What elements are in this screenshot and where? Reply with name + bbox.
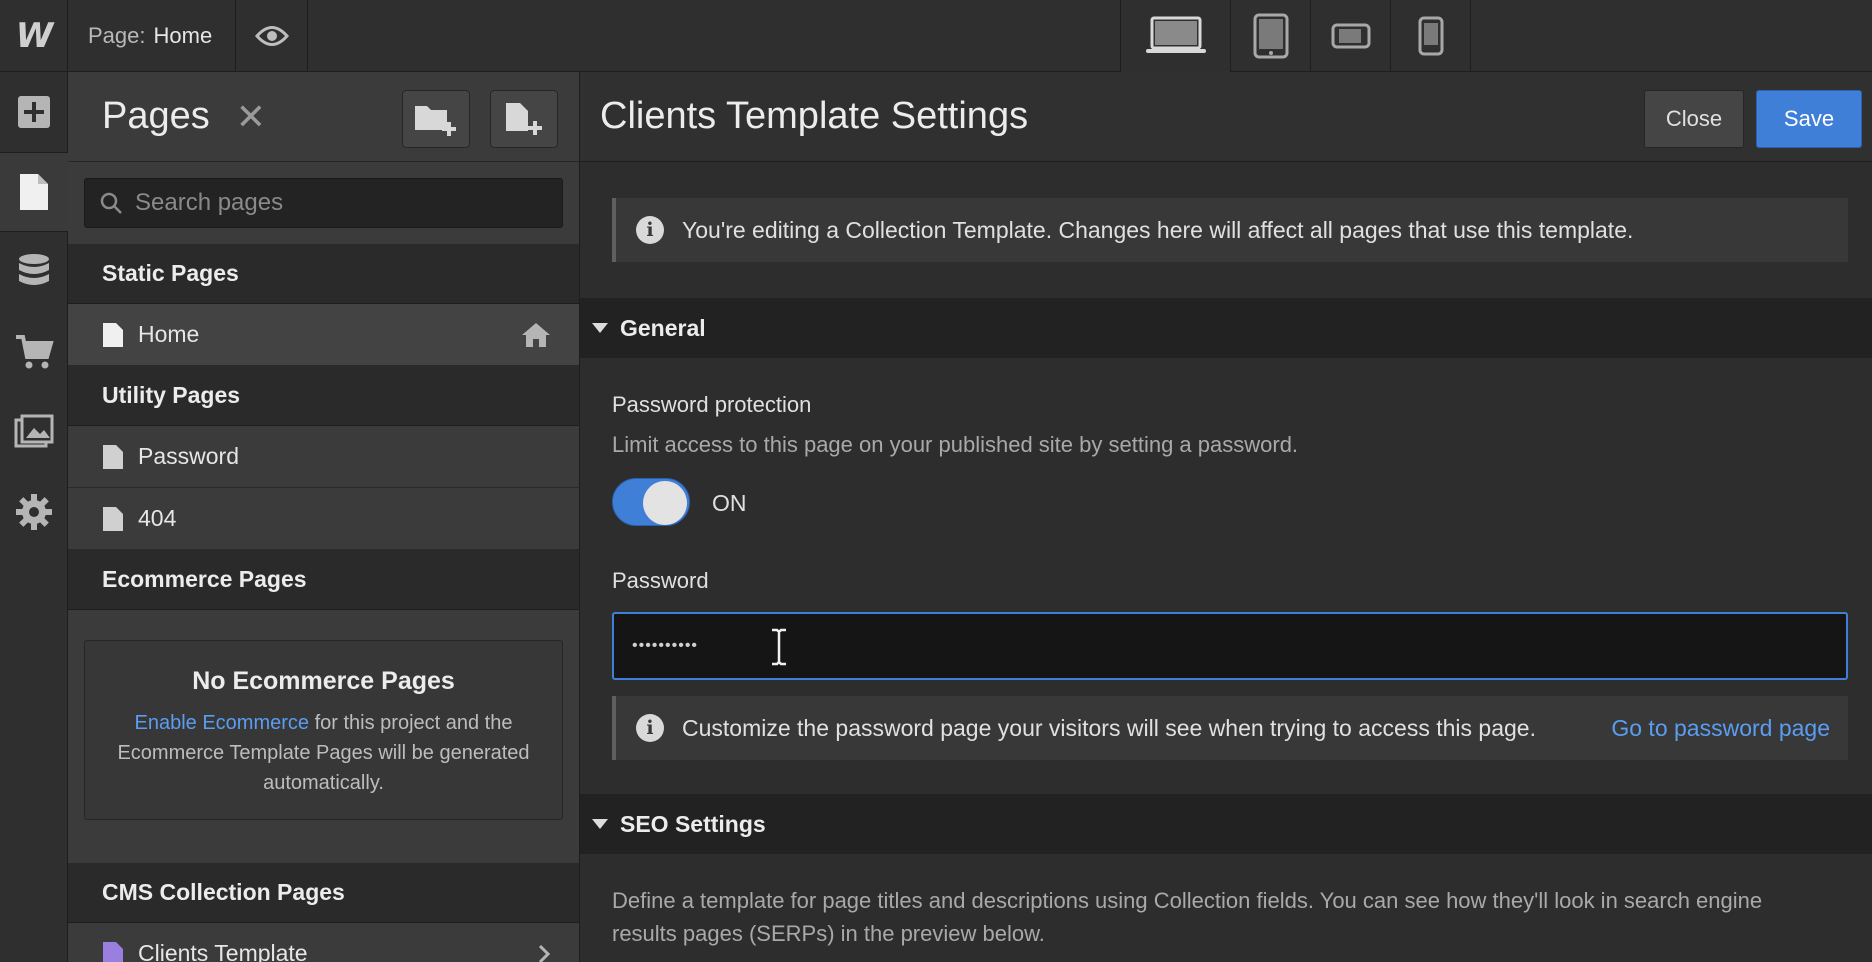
page-icon: [103, 444, 123, 469]
eye-icon: [254, 26, 289, 46]
add-folder-button[interactable]: [402, 90, 470, 148]
password-field[interactable]: ••••••••••: [612, 612, 1848, 680]
page-settings-panel: Clients Template Settings Close Save i Y…: [580, 72, 1872, 962]
pages-panel-button[interactable]: [0, 152, 68, 232]
page-icon: [103, 506, 123, 531]
mobile-portrait-icon: [1418, 16, 1443, 56]
seo-description: Define a template for page titles and de…: [612, 888, 1763, 946]
add-panel-button[interactable]: [0, 72, 68, 152]
cms-icon: [19, 254, 49, 285]
desktop-icon: [1145, 16, 1206, 53]
ecommerce-empty-text: Enable Ecommerce for this project and th…: [105, 708, 542, 798]
mobile-landscape-breakpoint[interactable]: [1310, 0, 1390, 72]
seo-heading: SEO Settings: [620, 810, 766, 837]
page-item-label: Password: [138, 443, 239, 469]
assets-icon: [14, 414, 54, 448]
pages-panel: Pages ✕ Search pages Static Pages Home U…: [68, 72, 580, 962]
cms-pages-heading: CMS Collection Pages: [68, 863, 579, 923]
toggle-knob: [643, 481, 687, 525]
save-button[interactable]: Save: [1756, 90, 1862, 148]
general-heading: General: [620, 314, 706, 341]
page-item-home[interactable]: Home: [68, 304, 579, 366]
folder-plus-icon: [415, 106, 456, 136]
pages-panel-title: Pages: [102, 95, 210, 137]
assets-panel-button[interactable]: [0, 392, 68, 472]
breakpoint-switcher: [1120, 0, 1471, 72]
desktop-breakpoint[interactable]: [1120, 0, 1230, 72]
password-protection-hint: Limit access to this page on your publis…: [612, 432, 1299, 457]
page-icon: [103, 322, 123, 347]
info-icon: i: [636, 216, 664, 244]
home-icon: [522, 322, 550, 347]
caret-down-icon: [592, 819, 608, 829]
ecommerce-icon: [16, 335, 54, 369]
info-icon: i: [636, 714, 664, 742]
page-indicator-value: Home: [153, 23, 213, 48]
ecommerce-panel-button[interactable]: [0, 312, 68, 392]
search-wrapper: Search pages: [68, 162, 579, 244]
page-item-password[interactable]: Password: [68, 426, 579, 488]
password-value: ••••••••••: [632, 637, 699, 654]
text-cursor-icon: [772, 628, 786, 666]
page-item-label: 404: [138, 505, 177, 531]
close-icon[interactable]: ✕: [236, 96, 266, 138]
password-page-notice-text: Customize the password page your visitor…: [682, 714, 1536, 741]
ecommerce-empty-title: No Ecommerce Pages: [192, 667, 455, 695]
pages-panel-header: Pages ✕: [68, 72, 579, 162]
utility-pages-heading: Utility Pages: [68, 366, 579, 426]
password-protection-toggle[interactable]: [612, 478, 690, 526]
mobile-landscape-icon: [1331, 23, 1370, 49]
settings-title: Clients Template Settings: [600, 95, 1029, 137]
settings-header: Clients Template Settings Close Save: [580, 72, 1872, 162]
seo-section-toggle[interactable]: SEO Settings: [580, 794, 1872, 854]
search-placeholder: Search pages: [135, 189, 284, 216]
search-icon: [100, 192, 122, 214]
page-item-label: Clients Template: [138, 940, 308, 962]
static-pages-heading: Static Pages: [68, 244, 579, 304]
preview-button[interactable]: [236, 0, 308, 72]
logo-text: W: [15, 16, 53, 56]
template-info-notice: i You're editing a Collection Template. …: [612, 198, 1848, 262]
enable-ecommerce-link[interactable]: Enable Ecommerce: [135, 712, 310, 734]
page-indicator-key: Page:: [88, 23, 146, 48]
page-plus-icon: [506, 103, 542, 135]
top-bar: W Page: Home: [0, 0, 1872, 72]
general-section-toggle[interactable]: General: [580, 298, 1872, 358]
cms-page-icon: [103, 941, 123, 962]
page-item-404[interactable]: 404: [68, 488, 579, 550]
search-pages-input[interactable]: Search pages: [84, 178, 563, 228]
settings-panel-button[interactable]: [0, 472, 68, 552]
pages-icon: [20, 174, 48, 210]
close-button[interactable]: Close: [1644, 90, 1744, 148]
template-info-text: You're editing a Collection Template. Ch…: [682, 216, 1634, 243]
add-page-button[interactable]: [490, 90, 558, 148]
left-toolbar: [0, 72, 68, 962]
password-label: Password: [612, 568, 709, 593]
mobile-portrait-breakpoint[interactable]: [1390, 0, 1470, 72]
password-page-notice: i Customize the password page your visit…: [612, 696, 1848, 760]
tablet-breakpoint[interactable]: [1230, 0, 1310, 72]
ecommerce-pages-heading: Ecommerce Pages: [68, 550, 579, 610]
settings-icon: [16, 494, 52, 530]
page-item-label: Home: [138, 321, 200, 347]
caret-down-icon: [592, 323, 608, 333]
ecommerce-empty-state: No Ecommerce Pages Enable Ecommerce for …: [84, 640, 563, 820]
webflow-logo[interactable]: W: [0, 0, 68, 72]
tablet-icon: [1253, 13, 1288, 59]
webflow-designer: W Page: Home Pages ✕ Search pages Static…: [0, 0, 1872, 962]
chevron-right-icon: [538, 944, 551, 962]
toggle-state-label: ON: [712, 490, 747, 516]
page-indicator[interactable]: Page: Home: [68, 0, 236, 72]
page-item-clients-template[interactable]: Clients Template: [68, 923, 579, 962]
go-to-password-page-link[interactable]: Go to password page: [1611, 715, 1830, 742]
add-icon: [18, 96, 50, 128]
password-protection-label: Password protection: [612, 392, 812, 417]
cms-panel-button[interactable]: [0, 232, 68, 312]
